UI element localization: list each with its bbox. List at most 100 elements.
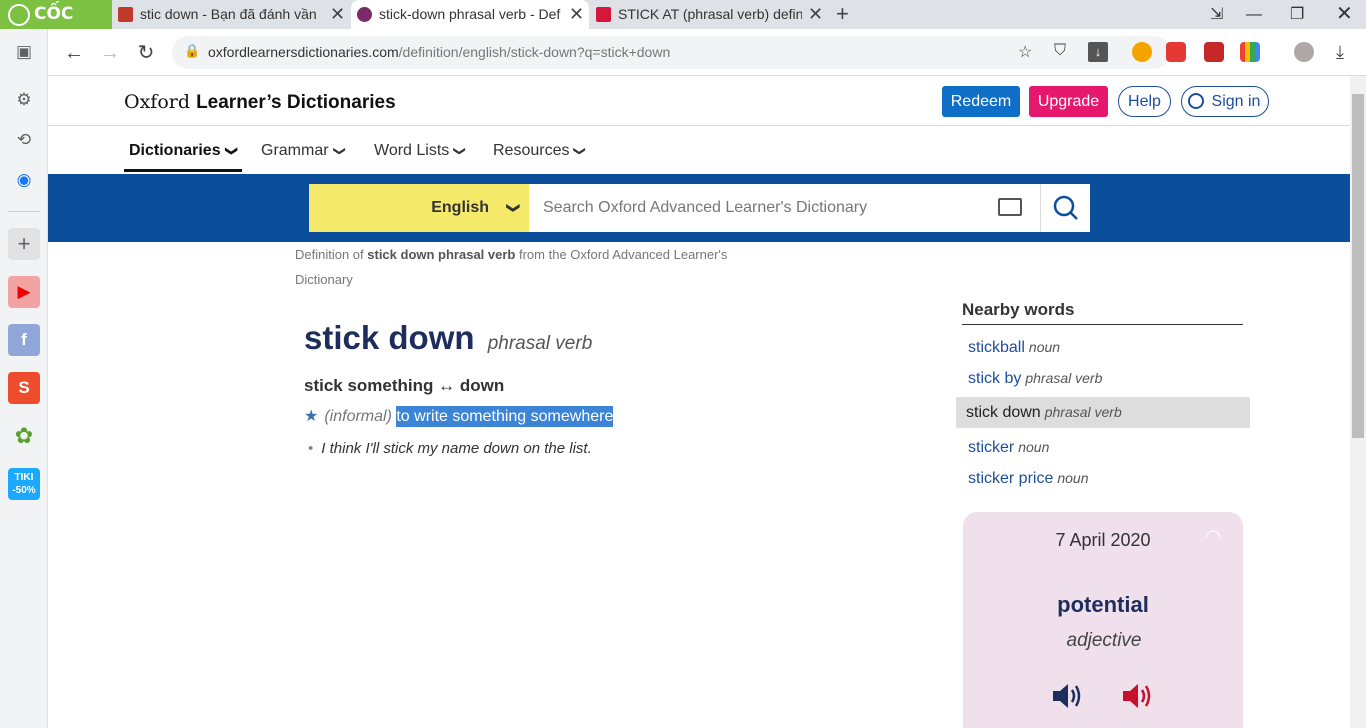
forward-arrow-icon[interactable]: → <box>96 39 124 67</box>
phrasal-verb-form: stick something ↔ down <box>304 376 505 395</box>
example-text: I think I'll stick my name down on the l… <box>321 440 592 457</box>
nav-label: Word Lists <box>374 142 450 159</box>
extension-colorgrid-icon[interactable] <box>1240 42 1260 62</box>
help-button[interactable]: Help <box>1118 86 1171 117</box>
nearby-word: sticker price <box>968 470 1054 487</box>
page-scrollbar[interactable] <box>1350 76 1366 728</box>
sense: ★ (informal) to write something somewhere <box>304 406 614 427</box>
nearby-item[interactable]: stick by phrasal verb <box>956 363 1250 394</box>
speaker-uk-icon[interactable] <box>1051 680 1085 712</box>
nav-word-lists[interactable]: Word Lists ❯ <box>374 142 468 160</box>
reload-icon[interactable]: ↻ <box>132 39 160 67</box>
site-logo[interactable]: Oxford Learner’s Dictionaries <box>124 91 396 114</box>
keyboard-icon[interactable] <box>998 198 1022 216</box>
extension-new-icon[interactable] <box>1166 42 1186 62</box>
close-icon[interactable]: ✕ <box>569 0 584 29</box>
example-sentence: • I think I'll stick my name down on the … <box>308 440 592 457</box>
nav-dictionaries[interactable]: Dictionaries ❯ <box>124 142 242 172</box>
headword-text: stick down <box>304 319 475 356</box>
star-icon: ★ <box>304 408 319 425</box>
bookmark-star-icon[interactable]: ☆ <box>1018 42 1032 62</box>
shopee-icon[interactable]: S <box>8 372 40 404</box>
definition-text[interactable]: to write something somewhere <box>396 406 614 427</box>
download-video-icon[interactable]: ↓ <box>1088 42 1108 62</box>
search-band: English ❯ Search Oxford Advanced Learner… <box>48 174 1350 242</box>
tab-stick-down[interactable]: stick-down phrasal verb - Def ✕ <box>351 0 589 29</box>
upgrade-button[interactable]: Upgrade <box>1029 86 1108 117</box>
nearby-word: stickball <box>968 339 1025 356</box>
nav-label: Resources <box>493 142 570 159</box>
wotd-date: 7 April 2020 <box>1055 530 1151 550</box>
redeem-button[interactable]: Redeem <box>942 86 1020 117</box>
breadcrumb-term: stick down phrasal verb <box>367 247 516 262</box>
sidebar-toggle-icon[interactable]: ▣ <box>8 36 40 68</box>
chevron-down-icon: ❯ <box>453 145 468 157</box>
address-bar[interactable]: 🔒 oxfordlearnersdictionaries.com/definit… <box>172 36 1170 69</box>
search-input[interactable]: Search Oxford Advanced Learner's Diction… <box>529 184 1041 232</box>
close-window-icon[interactable]: ✕ <box>1336 0 1353 29</box>
chevron-down-icon: ❯ <box>573 145 588 157</box>
breadcrumb-prefix: Definition of <box>295 247 368 262</box>
sign-in-button[interactable]: Sign in <box>1181 86 1269 117</box>
nearby-item[interactable]: sticker noun <box>956 432 1250 463</box>
language-label: English <box>431 199 489 216</box>
lock-icon: 🔒 <box>184 43 201 58</box>
word-of-the-day-card: 7 April 2020 ◠ potential adjective <box>963 512 1243 728</box>
tab-title: stick-down phrasal verb - Def <box>379 6 561 22</box>
nearby-pos: phrasal verb <box>1044 404 1122 420</box>
url-text[interactable]: oxfordlearnersdictionaries.com/definitio… <box>208 36 670 69</box>
nav-grammar[interactable]: Grammar ❯ <box>261 142 347 160</box>
back-arrow-icon[interactable]: ← <box>60 39 88 67</box>
nearby-item[interactable]: sticker price noun <box>956 463 1250 494</box>
tab-spelling[interactable]: stic down - Bạn đã đánh vần s ✕ <box>112 0 350 29</box>
minimize-icon[interactable]: — <box>1246 0 1262 29</box>
user-icon <box>1188 93 1204 109</box>
tab-title: stic down - Bạn đã đánh vần s <box>140 6 320 22</box>
close-icon[interactable]: ✕ <box>330 0 345 29</box>
tab-title: STICK AT (phrasal verb) definit <box>618 6 802 22</box>
messenger-icon[interactable]: ◉ <box>8 164 40 196</box>
nearby-item-selected[interactable]: stick down phrasal verb <box>956 397 1250 428</box>
tab-search-icon[interactable]: ⇲ <box>1210 0 1223 29</box>
extension-sync-icon[interactable] <box>1204 42 1224 62</box>
language-select[interactable]: English ❯ <box>309 184 529 232</box>
tab-stick-at[interactable]: STICK AT (phrasal verb) definit ✕ <box>590 0 828 29</box>
wotd-word[interactable]: potential <box>963 592 1243 618</box>
rss-icon[interactable]: ◠ <box>1205 526 1221 547</box>
tiki-icon[interactable]: TIKI -50% <box>8 468 40 500</box>
logo-learners-dictionaries: Learner’s Dictionaries <box>196 92 396 113</box>
speaker-us-icon[interactable] <box>1121 680 1155 712</box>
nav-label: Dictionaries <box>129 142 221 159</box>
close-icon[interactable]: ✕ <box>808 0 823 29</box>
profile-avatar[interactable] <box>1294 42 1314 62</box>
header-divider <box>48 125 1350 126</box>
macmillan-favicon-icon <box>596 7 611 22</box>
sign-in-label: Sign in <box>1211 93 1261 110</box>
history-icon[interactable]: ⟲ <box>8 124 40 156</box>
nearby-item[interactable]: stickball noun <box>956 332 1250 363</box>
restore-icon[interactable]: ❐ <box>1290 0 1304 29</box>
coccoc-logo-icon <box>8 4 30 26</box>
nearby-pos: phrasal verb <box>1025 370 1103 386</box>
downloads-icon[interactable]: ⤓ <box>1326 38 1354 66</box>
nearby-word: stick by <box>968 370 1022 387</box>
extension-chrome-icon[interactable] <box>1132 42 1152 62</box>
browser-toolbar: ← → ↻ 🔒 oxfordlearnersdictionaries.com/d… <box>48 29 1366 76</box>
coccoc-dict-icon[interactable]: ✿ <box>8 420 40 452</box>
scrollbar-thumb[interactable] <box>1352 94 1364 438</box>
sidebar-divider <box>8 211 40 212</box>
shield-icon[interactable]: ⛉ <box>1054 42 1066 60</box>
new-tab-button[interactable]: + <box>836 0 849 28</box>
search-button[interactable] <box>1041 184 1090 232</box>
tab-bar: CỐC CỐC stic down - Bạn đã đánh vần s ✕ … <box>0 0 1366 53</box>
bullet-icon: • <box>308 440 314 457</box>
nav-resources[interactable]: Resources ❯ <box>493 142 588 160</box>
browser-sidebar: ▣ ⚙ ⟲ ◉ + ▶ f S ✿ TIKI -50% <box>0 29 48 728</box>
oxford-favicon-icon <box>357 7 372 22</box>
youtube-icon[interactable]: ▶ <box>8 276 40 308</box>
facebook-icon[interactable]: f <box>8 324 40 356</box>
settings-gear-icon[interactable]: ⚙ <box>8 84 40 116</box>
add-shortcut-icon[interactable]: + <box>8 228 40 260</box>
browser-brand[interactable]: CỐC CỐC <box>0 0 112 53</box>
nearby-words-title: Nearby words <box>962 300 1243 325</box>
